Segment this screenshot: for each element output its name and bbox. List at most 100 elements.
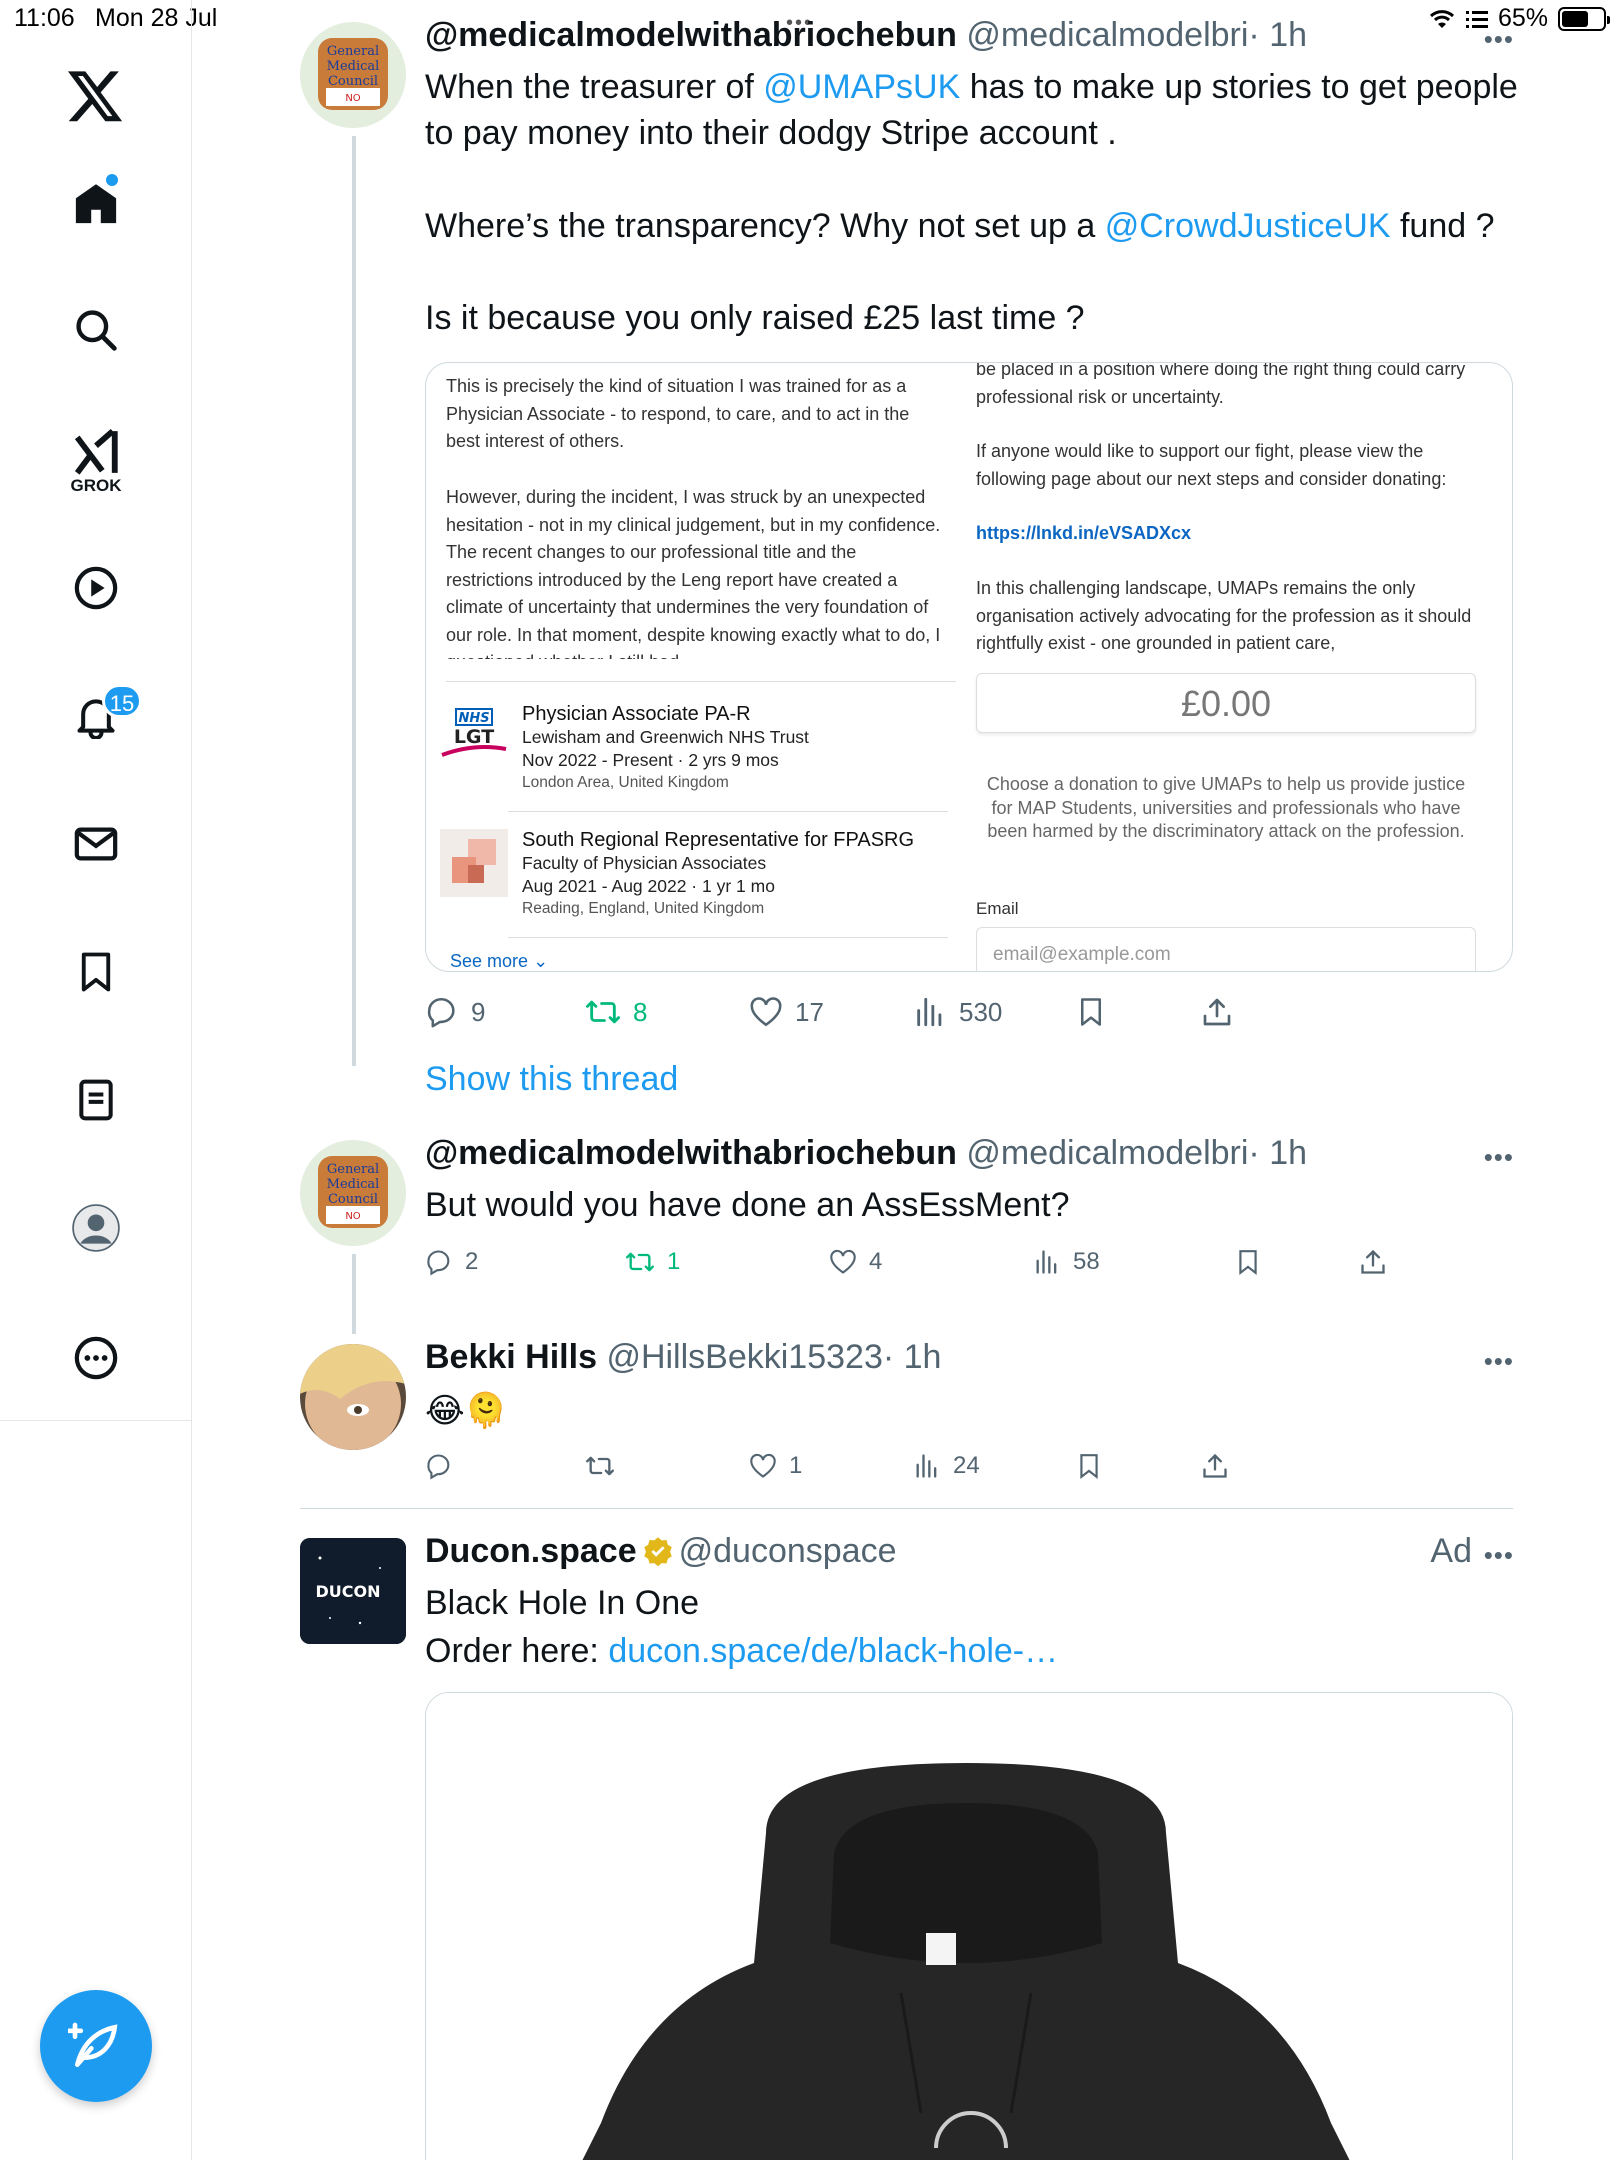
post-paragraph: be placed in a position where doing the …: [976, 362, 1466, 407]
post-paragraph: If anyone would like to support our figh…: [976, 441, 1447, 489]
tweet-text: But would you have done an AssEssMent?: [425, 1186, 1070, 1224]
ducon-logo-text: DUCON: [315, 1582, 380, 1601]
like-button[interactable]: 1: [749, 1452, 802, 1480]
author-name[interactable]: @medicalmodelwithabriochebun: [425, 1134, 957, 1172]
chevron-down-icon: ⌄: [533, 951, 549, 971]
video-icon[interactable]: [68, 560, 124, 616]
tweet-time[interactable]: · 1h: [1248, 1134, 1307, 1172]
sidebar: GROK 15: [0, 0, 192, 2160]
author-name[interactable]: @medicalmodelwithabriochebun: [425, 16, 957, 54]
like-button[interactable]: 17: [749, 995, 824, 1029]
bookmarks-icon[interactable]: [68, 944, 124, 1000]
ad-avatar[interactable]: DUCON: [300, 1538, 406, 1644]
bookmark-button[interactable]: [1076, 1452, 1102, 1480]
heart-icon: [830, 1249, 856, 1274]
tweet-text: Is it because you only raised £25 last t…: [425, 295, 1525, 341]
thread-line: [352, 1254, 356, 1334]
tweet-more-icon[interactable]: •••: [1484, 1346, 1514, 1377]
retweet-button[interactable]: 1: [625, 1248, 680, 1276]
mention-link[interactable]: @CrowdJusticeUK: [1105, 207, 1391, 245]
ad-label: Ad: [1430, 1532, 1472, 1570]
author-handle[interactable]: @medicalmodelbri: [966, 1134, 1248, 1172]
reply-button[interactable]: [425, 1452, 453, 1480]
x-logo-icon[interactable]: [61, 62, 131, 132]
view-count: 24: [953, 1452, 980, 1479]
experience-title: Physician Associate PA-R: [522, 703, 751, 725]
reply-icon: [427, 1250, 450, 1276]
tweet-text-segment: When the treasurer of: [425, 68, 764, 106]
mention-link[interactable]: @UMAPsUK: [763, 68, 960, 106]
messages-envelope-icon[interactable]: [68, 816, 124, 872]
reply-button[interactable]: 9: [425, 995, 485, 1029]
author-avatar[interactable]: General Medical Council NO: [300, 1140, 406, 1246]
ad-product-image[interactable]: [425, 1692, 1513, 2160]
retweet-count: 8: [633, 996, 648, 1027]
home-notification-dot: [106, 174, 118, 186]
author-name[interactable]: Bekki Hills: [425, 1338, 597, 1376]
author-handle[interactable]: @medicalmodelbri: [966, 16, 1248, 54]
like-button[interactable]: 4: [829, 1248, 882, 1276]
reply-count: 2: [465, 1248, 479, 1275]
lists-icon[interactable]: [68, 1072, 124, 1128]
post-paragraph: This is precisely the kind of situation …: [446, 376, 910, 451]
faculty-logo-icon: [440, 829, 508, 897]
tweet-media-card[interactable]: This is precisely the kind of situation …: [425, 362, 1513, 972]
bookmark-button[interactable]: [1235, 1248, 1261, 1276]
ad-link[interactable]: ducon.space/de/black-hole-…: [608, 1632, 1058, 1670]
share-button[interactable]: [1201, 995, 1233, 1029]
views-button[interactable]: 24: [913, 1452, 980, 1480]
donation-description: Choose a donation to give UMAPs to help …: [986, 774, 1466, 841]
tweet-more-icon[interactable]: •••: [1484, 24, 1514, 55]
donation-amount: £0.00: [976, 673, 1476, 733]
like-count: 1: [789, 1452, 803, 1479]
author-handle[interactable]: @duconspace: [679, 1532, 897, 1570]
tweet-time[interactable]: · 1h: [883, 1338, 942, 1376]
compose-feather-icon: [68, 2022, 118, 2067]
tweet-more-icon[interactable]: •••: [1484, 1142, 1514, 1173]
svg-text:NO: NO: [345, 1211, 360, 1222]
tweet-text-segment: Is it because you only raised £25 last t…: [425, 299, 1085, 337]
retweet-button[interactable]: [585, 1452, 615, 1480]
like-count: 17: [795, 996, 824, 1027]
show-thread-link[interactable]: Show this thread: [425, 1060, 678, 1099]
email-field: email@example.com: [976, 927, 1476, 971]
share-button[interactable]: [1359, 1248, 1387, 1276]
experience-dates: Aug 2021 - Aug 2022 · 1 yr 1 mo: [522, 876, 775, 896]
bookmark-button[interactable]: [1076, 995, 1106, 1029]
reply-icon: [427, 997, 455, 1028]
tweet-more-icon[interactable]: •••: [1484, 1540, 1514, 1571]
experience-org: Lewisham and Greenwich NHS Trust: [522, 727, 809, 747]
retweet-button[interactable]: 8: [585, 995, 647, 1029]
tweet-time[interactable]: · 1h: [1248, 16, 1307, 54]
media-right-image: be placed in a position where doing the …: [976, 362, 1512, 971]
retweet-icon: [586, 1456, 614, 1476]
nhs-logo-text: NHS: [458, 711, 489, 726]
experience-location: Reading, England, United Kingdom: [522, 900, 765, 917]
more-options-icon[interactable]: [68, 1330, 124, 1386]
thread-line: [352, 136, 356, 1066]
author-name[interactable]: Ducon.space: [425, 1532, 637, 1570]
views-button[interactable]: 58: [1033, 1248, 1100, 1276]
author-avatar[interactable]: [300, 1344, 406, 1450]
experience-item: NHS LGT Physician Associate PA-R Lewisham…: [440, 703, 960, 813]
bookmark-icon: [1080, 1454, 1098, 1480]
see-more-link: See more ⌄: [450, 951, 549, 971]
profile-avatar-icon[interactable]: [68, 1200, 124, 1256]
compose-post-button[interactable]: [40, 1990, 152, 2102]
grok-icon[interactable]: [68, 424, 124, 480]
bookmark-icon: [1081, 998, 1101, 1026]
experience-dates: Nov 2022 - Present · 2 yrs 9 mos: [522, 750, 779, 770]
reply-button[interactable]: 2: [425, 1248, 478, 1276]
share-button[interactable]: [1201, 1452, 1229, 1480]
search-icon[interactable]: [68, 302, 124, 358]
svg-text:Medical: Medical: [327, 1177, 380, 1192]
share-icon: [1361, 1249, 1385, 1274]
grok-label: GROK: [70, 476, 122, 495]
retweet-icon: [586, 1000, 620, 1024]
see-more-label: See more: [450, 951, 529, 971]
views-button[interactable]: 530: [913, 995, 1002, 1029]
tweet-header: @medicalmodelwithabriochebun @medicalmod…: [425, 1134, 1307, 1173]
view-count: 530: [959, 996, 1003, 1027]
author-avatar[interactable]: General Medical Council NO: [300, 22, 406, 128]
author-handle[interactable]: @HillsBekki15323: [606, 1338, 882, 1376]
